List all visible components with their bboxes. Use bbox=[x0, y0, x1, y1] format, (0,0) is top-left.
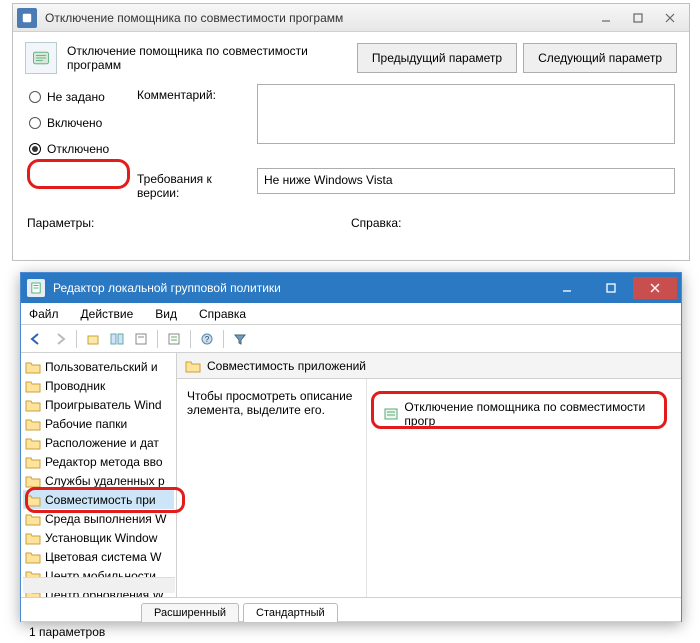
radio-enabled[interactable]: Включено bbox=[29, 110, 137, 136]
comment-label: Комментарий: bbox=[137, 84, 257, 102]
toolbar-filter-button[interactable] bbox=[229, 328, 251, 350]
gp-minimize-button[interactable] bbox=[545, 277, 589, 299]
radio-group: Не задано Включено Отключено bbox=[27, 84, 137, 162]
folder-icon bbox=[25, 436, 41, 450]
policy-window-titlebar[interactable]: Отключение помощника по совместимости пр… bbox=[13, 4, 689, 32]
policy-window-icon bbox=[17, 8, 37, 28]
menu-file[interactable]: Файл bbox=[25, 305, 63, 323]
folder-icon bbox=[25, 417, 41, 431]
folder-icon bbox=[25, 455, 41, 469]
tree-item-label: Цветовая система W bbox=[45, 550, 162, 564]
policy-header-row: Отключение помощника по совместимости пр… bbox=[13, 32, 689, 84]
comment-field[interactable] bbox=[257, 84, 675, 144]
toolbar-properties-button[interactable] bbox=[163, 328, 185, 350]
tree-item[interactable]: Проводник bbox=[23, 376, 174, 395]
tree-item[interactable]: Среда выполнения W bbox=[23, 509, 174, 528]
tree-scrollbar[interactable] bbox=[23, 577, 175, 593]
gpedit-titlebar[interactable]: Редактор локальной групповой политики bbox=[21, 273, 681, 303]
tree-item-label: Службы удаленных р bbox=[45, 474, 165, 488]
gp-maximize-button[interactable] bbox=[589, 277, 633, 299]
folder-icon bbox=[185, 359, 201, 373]
tree-item[interactable]: Установщик Window bbox=[23, 528, 174, 547]
setting-icon bbox=[383, 406, 398, 422]
toolbar-up-button[interactable] bbox=[82, 328, 104, 350]
tree-item[interactable]: Расположение и дат bbox=[23, 433, 174, 452]
folder-icon bbox=[25, 493, 41, 507]
folder-icon bbox=[25, 474, 41, 488]
policy-window-title: Отключение помощника по совместимости пр… bbox=[45, 11, 589, 25]
detail-heading: Совместимость приложений bbox=[207, 359, 366, 373]
minimize-button[interactable] bbox=[591, 7, 621, 29]
prev-setting-button[interactable]: Предыдущий параметр bbox=[357, 43, 517, 73]
policy-heading: Отключение помощника по совместимости пр… bbox=[67, 44, 351, 72]
nav-back-button[interactable] bbox=[25, 328, 47, 350]
menu-action[interactable]: Действие bbox=[77, 305, 138, 323]
gp-close-button[interactable] bbox=[633, 277, 677, 299]
requirements-field: Не ниже Windows Vista bbox=[257, 168, 675, 194]
detail-tabs: Расширенный Стандартный bbox=[21, 597, 681, 621]
menu-help[interactable]: Справка bbox=[195, 305, 250, 323]
tree-item-label: Совместимость при bbox=[45, 493, 156, 507]
nav-forward-button[interactable] bbox=[49, 328, 71, 350]
tree-item[interactable]: Проигрыватель Wind bbox=[23, 395, 174, 414]
tab-standard[interactable]: Стандартный bbox=[243, 603, 338, 622]
next-setting-button[interactable]: Следующий параметр bbox=[523, 43, 677, 73]
gp-menubar: Файл Действие Вид Справка bbox=[21, 303, 681, 325]
tree-item[interactable]: Цветовая система W bbox=[23, 547, 174, 566]
radio-disabled[interactable]: Отключено bbox=[29, 136, 137, 162]
tree-item-label: Среда выполнения W bbox=[45, 512, 166, 526]
parameters-label: Параметры: bbox=[27, 216, 351, 230]
list-item-label: Отключение помощника по совместимости пр… bbox=[404, 400, 669, 428]
policy-settings-window: Отключение помощника по совместимости пр… bbox=[12, 3, 690, 261]
maximize-button[interactable] bbox=[623, 7, 653, 29]
gpedit-title: Редактор локальной групповой политики bbox=[53, 281, 545, 295]
list-item[interactable]: Отключение помощника по совместимости пр… bbox=[379, 403, 673, 425]
requirements-value: Не ниже Windows Vista bbox=[264, 173, 393, 187]
policy-body: Не задано Включено Отключено Комментарий… bbox=[13, 84, 689, 200]
tree-item-label: Рабочие папки bbox=[45, 417, 127, 431]
radio-circle-icon bbox=[29, 117, 41, 129]
radio-label: Отключено bbox=[47, 142, 109, 156]
folder-icon bbox=[25, 531, 41, 545]
folder-icon bbox=[25, 360, 41, 374]
radio-circle-icon bbox=[29, 91, 41, 103]
status-text: 1 параметров bbox=[29, 625, 105, 639]
tree-item[interactable]: Рабочие папки bbox=[23, 414, 174, 433]
gpedit-icon bbox=[27, 279, 45, 297]
gpedit-window: Редактор локальной групповой политики Фа… bbox=[20, 272, 682, 622]
tree-item[interactable]: Редактор метода вво bbox=[23, 452, 174, 471]
menu-view[interactable]: Вид bbox=[151, 305, 181, 323]
close-button[interactable] bbox=[655, 7, 685, 29]
gp-tree-pane[interactable]: Пользовательский и Проводник Проигрыватель… bbox=[21, 353, 177, 597]
description-hint: Чтобы просмотреть описание элемента, выд… bbox=[177, 379, 367, 597]
tree-item-label: Установщик Window bbox=[45, 531, 157, 545]
tab-extended[interactable]: Расширенный bbox=[141, 603, 239, 622]
tree-item-label: Редактор метода вво bbox=[45, 455, 163, 469]
toolbar-export-button[interactable] bbox=[130, 328, 152, 350]
tree-item-label: Проигрыватель Wind bbox=[45, 398, 162, 412]
radio-label: Включено bbox=[47, 116, 102, 130]
tree-item-label: Проводник bbox=[45, 379, 105, 393]
tree-item-label: Расположение и дат bbox=[45, 436, 159, 450]
toolbar-show-hide-button[interactable] bbox=[106, 328, 128, 350]
tree-item[interactable]: Пользовательский и bbox=[23, 357, 174, 376]
gp-toolbar: ? bbox=[21, 325, 681, 353]
folder-icon bbox=[25, 550, 41, 564]
tree-item[interactable]: Службы удаленных р bbox=[23, 471, 174, 490]
policy-icon bbox=[25, 42, 57, 74]
folder-icon bbox=[25, 512, 41, 526]
radio-label: Не задано bbox=[47, 90, 105, 104]
gp-detail-pane: Совместимость приложений Чтобы просмотре… bbox=[177, 353, 681, 597]
svg-text:?: ? bbox=[205, 335, 210, 344]
folder-icon bbox=[25, 398, 41, 412]
tree-item[interactable]: Совместимость при bbox=[23, 490, 174, 509]
tree-item-label: Пользовательский и bbox=[45, 360, 158, 374]
settings-list-pane[interactable]: Отключение помощника по совместимости пр… bbox=[367, 379, 681, 597]
folder-icon bbox=[25, 379, 41, 393]
toolbar-help-button[interactable]: ? bbox=[196, 328, 218, 350]
radio-circle-icon bbox=[29, 143, 41, 155]
requirements-label: Требования к версии: bbox=[137, 168, 257, 200]
radio-not-configured[interactable]: Не задано bbox=[29, 84, 137, 110]
help-label: Справка: bbox=[351, 216, 401, 230]
